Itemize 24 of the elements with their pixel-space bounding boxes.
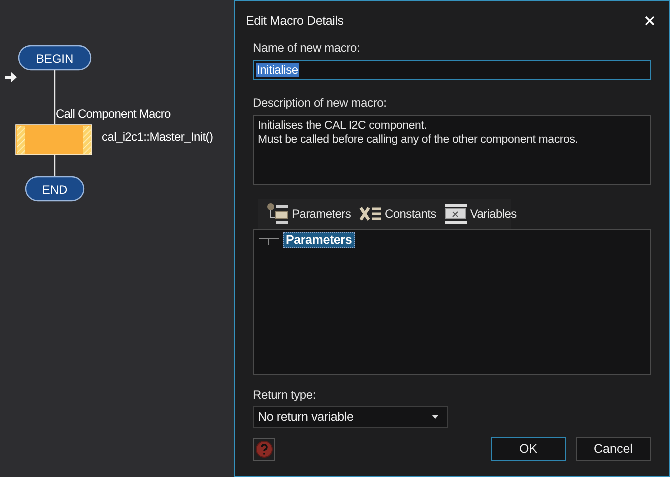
tab[interactable]: Parameters [264,201,354,227]
node-caption: Call Component Macro [56,107,171,121]
return-type-dropdown[interactable]: No return variable [253,406,448,428]
tab[interactable]: Constants [357,201,438,227]
dialog-button[interactable]: OK [491,437,566,461]
variables-icon [444,202,468,226]
dialog-title: Edit Macro Details [246,14,344,28]
dialog-button[interactable]: Cancel [576,437,651,461]
field-label: Return type: [253,388,317,402]
name-field[interactable]: Initialise [253,60,651,80]
tab[interactable]: Variables [442,201,519,227]
field-label: Name of new macro: [253,41,362,55]
node-label: cal_i2c1::Master_Init() [102,130,214,144]
connector-line [54,156,56,177]
tree-item[interactable]: Parameters [283,232,356,248]
terminal-node: BEGIN [18,45,92,71]
close-icon[interactable] [645,16,655,26]
help-button[interactable] [253,438,275,460]
field-label: Description of new macro: [253,96,388,110]
description-field[interactable]: Initialises the CAL I2C component. Must be called before calling any of the other component macros. [253,115,651,185]
parameters-icon [266,202,290,226]
terminal-node: END [25,176,85,202]
caret-icon [432,415,439,419]
connector-line [54,70,56,124]
